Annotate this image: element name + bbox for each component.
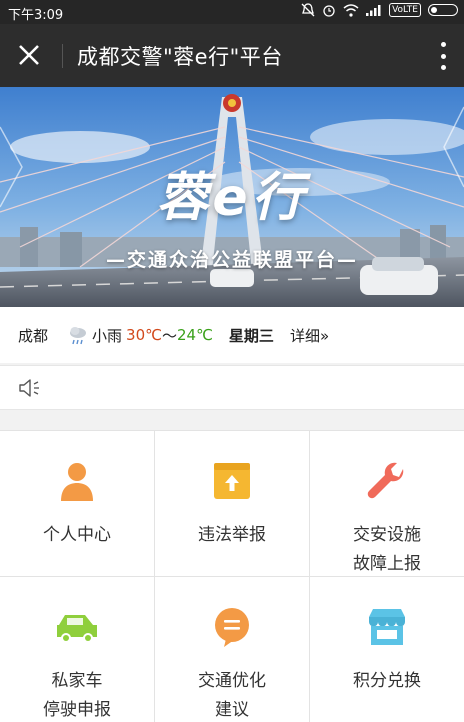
temp-separator: 〜 xyxy=(161,326,177,345)
speech-bubble-icon xyxy=(215,608,249,647)
grid-item-private-car-suspension[interactable]: 私家车 停驶申报 xyxy=(0,577,155,722)
banner-subtitle: —交通众治公益联盟平台— xyxy=(105,249,358,271)
grid-item-violation-report[interactable]: 违法举报 xyxy=(155,431,310,577)
weather-detail-link[interactable]: 详细» xyxy=(290,325,329,346)
weather-bar: 成都 小雨 30℃ 〜 24℃ 星期三 详细» xyxy=(0,307,464,363)
grid-item-label: 故障上报 xyxy=(353,554,421,574)
wifi-icon xyxy=(343,3,359,17)
grid-item-label: 停驶申报 xyxy=(43,700,111,720)
person-icon xyxy=(61,463,93,501)
grid-item-personal-center[interactable]: 个人中心 xyxy=(0,431,155,577)
grid-item-label: 私家车 xyxy=(51,671,103,691)
grid-item-traffic-suggestion[interactable]: 交通优化 建议 xyxy=(155,577,310,722)
car-icon xyxy=(57,615,97,643)
page-title: 成都交警"蓉e行"平台 xyxy=(77,45,283,69)
banner-title: 蓉e行 xyxy=(156,168,308,228)
close-button[interactable] xyxy=(12,38,46,72)
grid-item-points-exchange[interactable]: 积分兑换 xyxy=(310,577,464,722)
more-dot-icon xyxy=(440,42,446,47)
speaker-icon xyxy=(19,379,39,397)
notice-bar[interactable] xyxy=(0,365,464,410)
function-grid: 个人中心 违法举报 交安设施 故障上报 私家车 停驶申报 交通优化 建议 积分兑… xyxy=(0,430,464,722)
upload-box-icon xyxy=(214,463,250,499)
grid-item-label: 交安设施 xyxy=(353,525,421,545)
weather-condition: 小雨 xyxy=(92,326,123,345)
grid-item-label: 交通优化 xyxy=(198,671,266,691)
more-dot-icon xyxy=(440,65,446,70)
mute-icon xyxy=(301,3,315,17)
battery-icon xyxy=(428,4,458,16)
signal-icon xyxy=(366,5,381,16)
temp-low: 24℃ xyxy=(176,326,213,344)
close-icon xyxy=(19,45,39,65)
title-bar: 成都交警"蓉e行"平台 xyxy=(0,24,464,87)
more-dot-icon xyxy=(440,53,446,59)
alarm-icon xyxy=(323,5,335,17)
more-menu-button[interactable] xyxy=(436,40,450,72)
grid-item-label: 建议 xyxy=(215,700,249,720)
banner[interactable]: 蓉e行 —交通众治公益联盟平台— xyxy=(0,87,464,307)
grid-item-label: 积分兑换 xyxy=(353,671,421,691)
status-icons: VoLTE xyxy=(301,3,458,17)
status-bar: 下午3:09 VoLTE xyxy=(0,0,464,24)
temp-high: 30℃ xyxy=(126,326,162,344)
light-rain-icon xyxy=(70,327,87,345)
shop-icon xyxy=(369,609,405,645)
status-time: 下午3:09 xyxy=(8,8,64,23)
title-divider xyxy=(62,44,63,68)
grid-item-label: 违法举报 xyxy=(198,525,266,545)
weekday: 星期三 xyxy=(228,326,274,345)
wrench-icon xyxy=(367,462,404,499)
weather-city: 成都 xyxy=(18,326,49,345)
grid-item-label: 个人中心 xyxy=(43,525,111,545)
volte-badge: VoLTE xyxy=(389,3,421,17)
grid-item-facility-fault-report[interactable]: 交安设施 故障上报 xyxy=(310,431,464,577)
